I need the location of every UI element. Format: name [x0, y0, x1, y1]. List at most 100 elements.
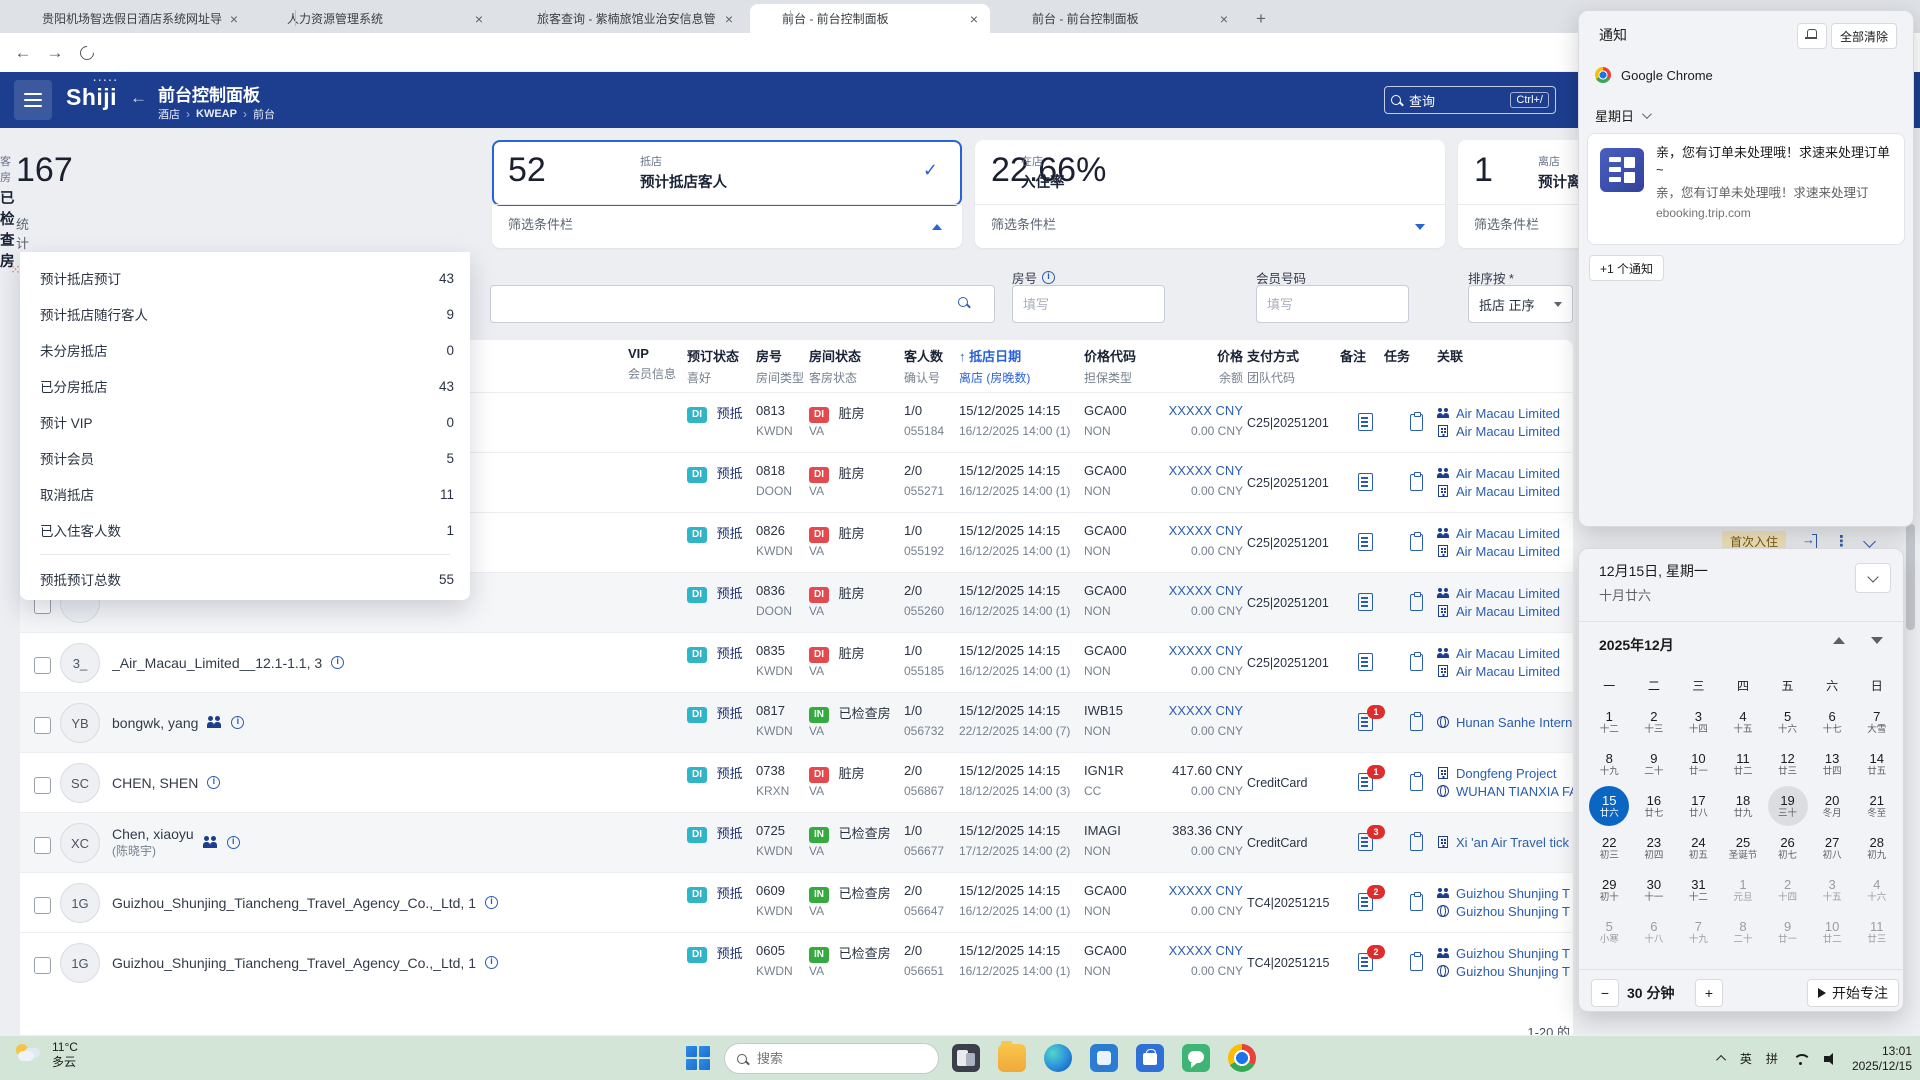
row-checkbox[interactable] [34, 897, 51, 914]
calendar-day-cell[interactable]: 19 三十 [1768, 786, 1808, 826]
calendar-day-cell[interactable]: 28 初九 [1854, 827, 1899, 869]
calendar-day-cell[interactable]: 2 十四 [1765, 869, 1810, 911]
filter-bar-toggle-label[interactable]: 筛选条件栏 [508, 214, 573, 233]
price[interactable]: XXXXX CNY [1100, 403, 1243, 418]
table-row[interactable]: SC CHEN, SHEN DI 预抵 0738 KRXN DI [20, 752, 1573, 812]
row-checkbox[interactable] [34, 777, 51, 794]
browser-tab[interactable]: 旅客查询 - 紫楠旅馆业治安信息管 [505, 4, 745, 33]
table-column-header[interactable]: 客人数 确认号 [904, 346, 943, 386]
linked-profile[interactable]: Guizhou Shunjing T [1437, 886, 1573, 901]
table-column-header[interactable]: 价格 余额 [1100, 346, 1243, 386]
notes-button[interactable] [1358, 593, 1373, 616]
info-icon[interactable] [1042, 271, 1055, 284]
language-en-indicator[interactable]: 英 [1740, 1050, 1752, 1067]
calendar-day-cell[interactable]: 10 廿二 [1810, 911, 1855, 953]
price[interactable]: XXXXX CNY [1100, 523, 1243, 538]
calendar-day-cell[interactable]: 21 冬至 [1854, 785, 1899, 827]
calendar-day-cell[interactable]: 15 廿六 [1589, 786, 1629, 826]
room-number-input[interactable] [1012, 285, 1165, 323]
filter-dropdown-item[interactable]: 预计会员 5 [20, 440, 470, 476]
guest-name[interactable]: bongwk, yang [112, 715, 198, 731]
notes-button[interactable] [1358, 533, 1373, 556]
calendar-day-cell[interactable]: 16 廿七 [1632, 785, 1677, 827]
tasks-button[interactable] [1410, 474, 1423, 496]
calendar-day-cell[interactable]: 4 十六 [1854, 869, 1899, 911]
table-column-header[interactable]: 房号 房间类型 [756, 346, 804, 386]
linked-profile[interactable]: Guizhou Shunjing T [1437, 946, 1573, 961]
table-row[interactable]: 1G Guizhou_Shunjing_Tiancheng_Travel_Age… [20, 872, 1573, 932]
edge-icon[interactable] [1044, 1044, 1072, 1072]
task-view-icon[interactable] [952, 1044, 980, 1072]
chevron-icon[interactable] [932, 224, 942, 230]
breadcrumb-property[interactable]: KWEAP [196, 108, 237, 120]
linked-profile[interactable]: Air Macau Limited [1437, 526, 1573, 541]
tab-close-icon[interactable] [1216, 11, 1232, 27]
member-number-input[interactable] [1256, 285, 1409, 323]
tab-close-icon[interactable] [471, 11, 487, 27]
row-checkbox[interactable] [34, 837, 51, 854]
calendar-day-cell[interactable]: 3 十四 [1676, 701, 1721, 743]
room-number[interactable]: 0826 [756, 523, 785, 538]
room-number[interactable]: 0605 [756, 943, 785, 958]
new-tab-button[interactable]: + [1250, 8, 1272, 30]
breadcrumb-frontdesk[interactable]: 前台 [253, 106, 275, 122]
table-column-header[interactable]: 房间状态 客房状态 [809, 346, 861, 386]
calendar-day-cell[interactable]: 9 二十 [1632, 743, 1677, 785]
global-search-box[interactable]: 查询 Ctrl+/ [1384, 86, 1556, 114]
room-number[interactable]: 0835 [756, 643, 785, 658]
blue-app-icon[interactable] [1090, 1044, 1118, 1072]
calendar-day-cell[interactable]: 5 小寒 [1587, 911, 1632, 953]
stat-card[interactable]: 22.66% 在店 入住率 筛选条件栏 [975, 140, 1445, 248]
table-row[interactable]: 3_ _Air_Macau_Limited__12.1-1.1, 3 DI 预抵… [20, 632, 1573, 692]
price[interactable]: XXXXX CNY [1100, 883, 1243, 898]
linked-profile[interactable]: WUHAN TIANXIA FA [1437, 784, 1573, 799]
filter-bar-toggle-label[interactable]: 筛选条件栏 [991, 214, 1056, 233]
calendar-day-cell[interactable]: 7 十九 [1676, 911, 1721, 953]
calendar-day-cell[interactable]: 3 十五 [1810, 869, 1855, 911]
calendar-day-cell[interactable]: 30 十一 [1632, 869, 1677, 911]
notes-button[interactable] [1358, 653, 1373, 676]
linked-profile[interactable]: Air Macau Limited [1437, 406, 1573, 421]
calendar-day-cell[interactable]: 25 圣诞节 [1721, 827, 1766, 869]
table-row[interactable]: YB bongwk, yang DI 预抵 0817 KWDN IN [20, 692, 1573, 752]
notes-button[interactable]: 1 [1358, 713, 1373, 736]
file-explorer-icon[interactable] [998, 1044, 1026, 1072]
calendar-day-cell[interactable]: 5 十六 [1765, 701, 1810, 743]
tasks-button[interactable] [1410, 834, 1423, 856]
back-icon[interactable]: ← [12, 42, 34, 64]
focus-minus-button[interactable]: − [1591, 979, 1619, 1007]
calendar-day-cell[interactable]: 7 大雪 [1854, 701, 1899, 743]
filter-dropdown-item[interactable]: 取消抵店 11 [20, 476, 470, 512]
calendar-day-cell[interactable]: 9 廿一 [1765, 911, 1810, 953]
linked-profile[interactable]: Air Macau Limited [1437, 586, 1573, 601]
linked-profile[interactable]: Dongfeng Project [1437, 766, 1573, 781]
row-checkbox[interactable] [34, 957, 51, 974]
tab-close-icon[interactable] [966, 11, 982, 27]
reservation-search-input[interactable] [490, 285, 995, 323]
linked-profile[interactable]: Guizhou Shunjing T [1437, 964, 1573, 979]
calendar-prev-icon[interactable] [1833, 637, 1845, 644]
room-number[interactable]: 0813 [756, 403, 785, 418]
linked-profile[interactable]: Air Macau Limited [1437, 484, 1573, 499]
calendar-day-cell[interactable]: 6 十七 [1810, 701, 1855, 743]
room-number[interactable]: 0818 [756, 463, 785, 478]
browser-tab[interactable]: 前台 - 前台控制面板 [1000, 4, 1240, 33]
volume-icon[interactable] [1824, 1052, 1838, 1066]
linked-profile[interactable]: Air Macau Limited [1437, 646, 1573, 661]
info-icon[interactable] [485, 956, 498, 969]
wechat-icon[interactable] [1182, 1044, 1210, 1072]
calendar-day-cell[interactable]: 1 元旦 [1721, 869, 1766, 911]
row-checkbox[interactable] [34, 657, 51, 674]
filter-dropdown-item[interactable]: 预计抵店随行客人 9 [20, 296, 470, 332]
info-icon[interactable] [231, 716, 244, 729]
taskbar-clock[interactable]: 13:01 2025/12/15 [1852, 1044, 1912, 1074]
linked-profile[interactable]: Air Macau Limited [1437, 424, 1573, 439]
tasks-button[interactable] [1410, 534, 1423, 556]
notes-button[interactable]: 2 [1358, 953, 1373, 976]
calendar-day-cell[interactable]: 1 十二 [1587, 701, 1632, 743]
linked-profile[interactable]: Air Macau Limited [1437, 544, 1573, 559]
breadcrumb-hotel[interactable]: 酒店 [158, 106, 180, 122]
calendar-day-cell[interactable]: 12 廿三 [1765, 743, 1810, 785]
calendar-day-cell[interactable]: 11 廿二 [1721, 743, 1766, 785]
price[interactable]: XXXXX CNY [1100, 463, 1243, 478]
